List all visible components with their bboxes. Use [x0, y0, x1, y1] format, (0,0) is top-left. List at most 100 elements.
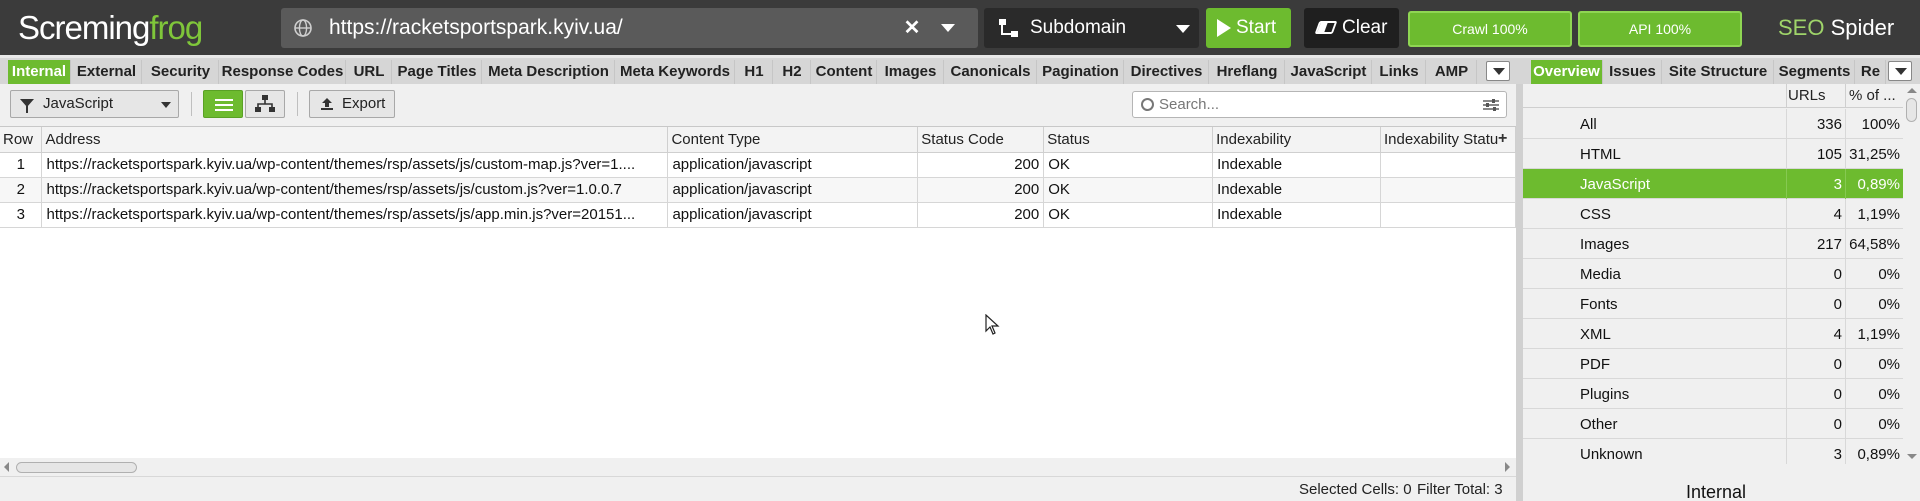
col-header-status-code[interactable]: Status Code — [917, 127, 1045, 153]
overview-row-html[interactable]: HTML 105 31,25% — [1523, 139, 1903, 169]
tab-pagination[interactable]: Pagination — [1038, 60, 1124, 84]
start-button[interactable]: Start — [1206, 8, 1291, 48]
table-row[interactable]: 1 https://racketsportspark.kyiv.ua/wp-co… — [0, 152, 1517, 178]
search-box[interactable] — [1132, 91, 1507, 118]
scroll-right-icon[interactable] — [1505, 462, 1510, 472]
horizontal-scrollbar[interactable] — [0, 458, 1516, 476]
cell-row[interactable]: 1 — [0, 152, 43, 178]
list-view-button[interactable] — [203, 90, 243, 118]
add-column-icon[interactable]: + — [1498, 130, 1512, 148]
tab-links[interactable]: Links — [1373, 60, 1426, 84]
crawl-mode-dropdown[interactable]: Subdomain — [984, 8, 1199, 48]
cell-content-type[interactable]: application/javascript — [667, 202, 919, 228]
col-header-percent[interactable]: % of ... — [1849, 87, 1896, 104]
results-table-container: Row Address Content Type Status Code Sta… — [0, 126, 1517, 458]
cell-indexability[interactable]: Indexable — [1212, 177, 1381, 203]
tab-images[interactable]: Images — [878, 60, 944, 84]
table-row[interactable]: 3 https://racketsportspark.kyiv.ua/wp-co… — [0, 202, 1517, 228]
tab-security[interactable]: Security — [143, 60, 219, 84]
overview-row-images[interactable]: Images 217 64,58% — [1523, 229, 1903, 259]
col-header-address[interactable]: Address — [41, 127, 669, 153]
tab-site-structure[interactable]: Site Structure — [1663, 60, 1774, 84]
tab-issues[interactable]: Issues — [1604, 60, 1662, 84]
cell-indexability-status[interactable] — [1380, 152, 1517, 178]
search-input[interactable] — [1159, 94, 1459, 115]
overview-row-all[interactable]: All 336 100% — [1523, 109, 1903, 139]
tab-canonicals[interactable]: Canonicals — [945, 60, 1037, 84]
overview-row-percent: 0% — [1878, 266, 1900, 283]
panel-splitter[interactable] — [1516, 84, 1523, 501]
tab-external[interactable]: External — [72, 60, 142, 84]
tab-meta-description[interactable]: Meta Description — [483, 60, 615, 84]
cell-address[interactable]: https://racketsportspark.kyiv.ua/wp-cont… — [41, 177, 669, 203]
tab-reports[interactable]: Re — [1856, 60, 1886, 84]
clear-button[interactable]: Clear — [1304, 8, 1399, 48]
tab-directives[interactable]: Directives — [1125, 60, 1209, 84]
tree-view-button[interactable] — [245, 90, 285, 118]
cell-row[interactable]: 3 — [0, 202, 43, 228]
more-tabs-dropdown-icon[interactable] — [1486, 61, 1510, 81]
cell-content-type[interactable]: application/javascript — [667, 177, 919, 203]
cell-indexability-status[interactable] — [1380, 202, 1517, 228]
cell-row[interactable]: 2 — [0, 177, 43, 203]
overview-row-css[interactable]: CSS 4 1,19% — [1523, 199, 1903, 229]
table-row[interactable]: 2 https://racketsportspark.kyiv.ua/wp-co… — [0, 177, 1517, 203]
filter-dropdown[interactable]: JavaScript — [10, 90, 179, 118]
url-input[interactable]: https://racketsportspark.kyiv.ua/ ✕ — [281, 8, 978, 48]
overview-row-media[interactable]: Media 0 0% — [1523, 259, 1903, 289]
col-header-row[interactable]: Row — [0, 127, 43, 153]
results-toolbar: JavaScript Export Search... — [0, 84, 1516, 124]
cell-status[interactable]: OK — [1043, 202, 1214, 228]
list-icon-line — [215, 104, 233, 106]
scroll-down-icon[interactable] — [1907, 454, 1917, 459]
cell-indexability-status[interactable] — [1380, 177, 1517, 203]
cell-status[interactable]: OK — [1043, 152, 1214, 178]
url-history-dropdown-icon[interactable] — [941, 24, 955, 32]
export-label: Export — [342, 95, 386, 112]
col-header-indexability-status[interactable]: Indexability Statu — [1380, 127, 1517, 153]
start-label: Start — [1236, 17, 1277, 38]
vertical-scrollbar[interactable] — [1903, 84, 1920, 464]
col-header-indexability[interactable]: Indexability — [1212, 127, 1381, 153]
col-header-status[interactable]: Status — [1043, 127, 1214, 153]
more-right-tabs-dropdown-icon[interactable] — [1888, 61, 1912, 81]
tab-amp[interactable]: AMP — [1427, 60, 1477, 84]
cell-status-code[interactable]: 200 — [917, 202, 1045, 228]
search-options-icon[interactable] — [1483, 99, 1499, 111]
overview-row-pdf[interactable]: PDF 0 0% — [1523, 349, 1903, 379]
cell-status-code[interactable]: 200 — [917, 152, 1045, 178]
tab-h1[interactable]: H1 — [736, 60, 773, 84]
tab-content[interactable]: Content — [812, 60, 877, 84]
scroll-up-icon[interactable] — [1907, 88, 1917, 93]
url-text[interactable]: https://racketsportspark.kyiv.ua/ — [329, 8, 623, 48]
export-button[interactable]: Export — [309, 90, 395, 118]
tab-meta-keywords[interactable]: Meta Keywords — [616, 60, 735, 84]
clear-url-icon[interactable]: ✕ — [901, 17, 923, 39]
tab-h2[interactable]: H2 — [774, 60, 811, 84]
tab-segments[interactable]: Segments — [1775, 60, 1855, 84]
tab-internal[interactable]: Internal — [8, 60, 71, 84]
overview-row-plugins[interactable]: Plugins 0 0% — [1523, 379, 1903, 409]
overview-row-fonts[interactable]: Fonts 0 0% — [1523, 289, 1903, 319]
scroll-left-icon[interactable] — [4, 462, 9, 472]
tab-overview[interactable]: Overview — [1531, 60, 1603, 84]
scrollbar-thumb[interactable] — [16, 462, 137, 473]
cell-address[interactable]: https://racketsportspark.kyiv.ua/wp-cont… — [41, 202, 669, 228]
overview-row-xml[interactable]: XML 4 1,19% — [1523, 319, 1903, 349]
overview-row-other[interactable]: Other 0 0% — [1523, 409, 1903, 439]
tab-javascript[interactable]: JavaScript — [1286, 60, 1372, 84]
cell-indexability[interactable]: Indexable — [1212, 202, 1381, 228]
cell-indexability[interactable]: Indexable — [1212, 152, 1381, 178]
col-header-content-type[interactable]: Content Type — [667, 127, 919, 153]
tab-url[interactable]: URL — [347, 60, 392, 84]
tab-response-codes[interactable]: Response Codes — [220, 60, 346, 84]
tab-hreflang[interactable]: Hreflang — [1210, 60, 1285, 84]
cell-address[interactable]: https://racketsportspark.kyiv.ua/wp-cont… — [41, 152, 669, 178]
cell-status-code[interactable]: 200 — [917, 177, 1045, 203]
overview-row-javascript[interactable]: JavaScript 3 0,89% — [1523, 169, 1903, 199]
cell-content-type[interactable]: application/javascript — [667, 152, 919, 178]
cell-status[interactable]: OK — [1043, 177, 1214, 203]
col-header-urls[interactable]: URLs — [1788, 87, 1826, 104]
scrollbar-thumb[interactable] — [1906, 98, 1917, 122]
tab-page-titles[interactable]: Page Titles — [393, 60, 482, 84]
